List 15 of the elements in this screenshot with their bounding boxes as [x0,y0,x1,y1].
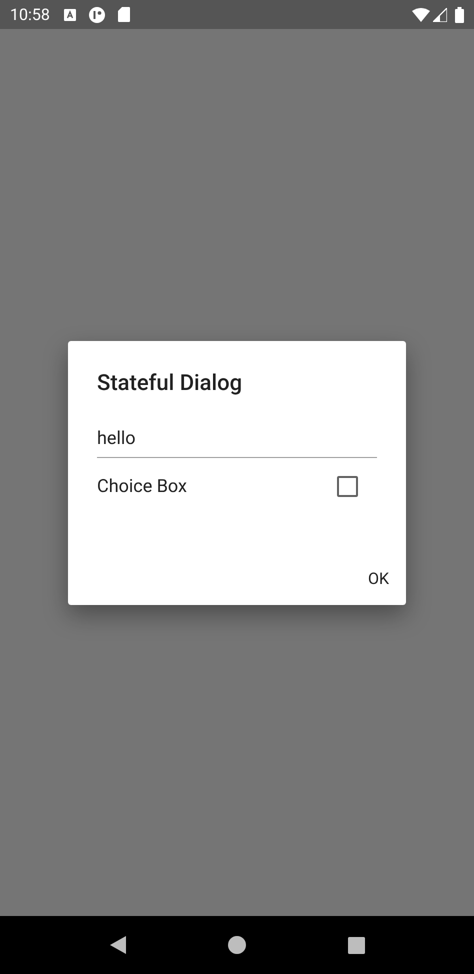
text-field[interactable]: hello [97,420,377,458]
sd-card-icon [118,7,130,22]
ok-button[interactable]: OK [360,560,397,596]
clock: 10:58 [10,4,50,26]
dialog-title: Stateful Dialog [97,370,244,398]
circle-icon [88,6,105,22]
overview-icon[interactable] [348,936,364,954]
choice-label: Choice Box [97,475,188,499]
back-icon[interactable] [110,936,126,954]
home-icon[interactable] [228,936,246,954]
notification-icon [64,8,76,20]
checkbox[interactable] [337,476,358,497]
wifi-icon [412,8,430,22]
signal-icon [433,8,447,22]
battery-icon [455,6,464,22]
